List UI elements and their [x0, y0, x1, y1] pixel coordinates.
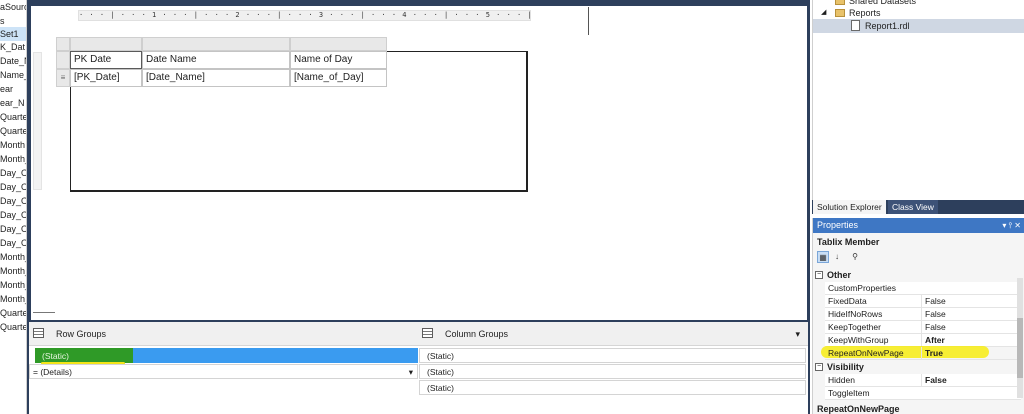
dataset-field-item[interactable]: aSourc: [0, 0, 26, 14]
tab-class-view[interactable]: Class View: [888, 200, 938, 214]
column-group-static[interactable]: (Static): [419, 364, 806, 379]
properties-panel: Properties ▾ ⫯ ✕ Tablix Member ▦ ↓ ⚲ − O…: [812, 218, 1024, 414]
dataset-field-item[interactable]: Day_Of: [0, 236, 26, 250]
dataset-field-item[interactable]: Day_Of: [0, 194, 26, 208]
vertical-ruler: [33, 52, 42, 190]
report-data-panel: aSourc s Set1 K_Dat Date_N Name_ ear ear…: [0, 0, 27, 414]
dataset-item-selected[interactable]: Set1: [0, 27, 26, 41]
horizontal-ruler: · · · | · · · 1 · · · | · · · 2 · · · | …: [78, 10, 531, 21]
column-group-static[interactable]: (Static): [419, 348, 806, 363]
dataset-field-item[interactable]: Quarte: [0, 320, 26, 334]
tree-item-report1[interactable]: Report1.rdl: [813, 19, 1024, 33]
row-handle-details[interactable]: ≡: [56, 69, 70, 87]
property-row-repeat-on-new-page[interactable]: RepeatOnNewPage True: [825, 347, 1021, 360]
row-groups-icon: [33, 328, 44, 338]
property-pages-icon[interactable]: ⚲: [849, 251, 861, 263]
category-other[interactable]: − Other: [813, 269, 1021, 282]
chevron-down-icon[interactable]: ▾: [409, 365, 413, 379]
collapse-icon[interactable]: −: [815, 363, 823, 371]
divider: [33, 312, 55, 313]
properties-scrollbar[interactable]: [1017, 278, 1023, 398]
properties-title-bar: Properties ▾ ⫯ ✕: [813, 218, 1024, 233]
dataset-field-item[interactable]: Month_: [0, 250, 26, 264]
row-groups-header: Row Groups: [29, 322, 418, 346]
dataset-field-item[interactable]: Quarte: [0, 110, 26, 124]
row-group-details[interactable]: = (Details) ▾: [29, 364, 418, 379]
dataset-field-item[interactable]: Month: [0, 138, 25, 152]
detail-cell-name-of-day[interactable]: [Name_of_Day]: [290, 69, 387, 87]
report-file-icon: [851, 20, 860, 31]
property-row[interactable]: FixedData False: [825, 295, 1021, 308]
dataset-field-item[interactable]: ear: [0, 82, 13, 96]
column-handle[interactable]: [70, 37, 142, 51]
dataset-field-item[interactable]: Date_N: [0, 54, 26, 68]
ruler-marker: [588, 7, 589, 35]
dataset-field-item[interactable]: Name_: [0, 68, 26, 82]
header-cell-date-name[interactable]: Date Name: [142, 51, 290, 69]
column-groups-icon: [422, 328, 433, 338]
alphabetical-icon[interactable]: ↓: [831, 251, 843, 263]
property-row[interactable]: ToggleItem: [825, 387, 1021, 400]
window-controls-icon[interactable]: ▾ ⫯ ✕: [1002, 218, 1021, 233]
selected-object-name[interactable]: Tablix Member: [817, 237, 879, 247]
dataset-field-item[interactable]: Quarte: [0, 306, 26, 320]
properties-title: Properties: [817, 220, 859, 230]
property-description-title: RepeatOnNewPage: [817, 404, 900, 414]
dataset-field-item[interactable]: s: [0, 14, 5, 28]
column-group-static[interactable]: (Static): [419, 380, 806, 395]
header-cell-pk-date[interactable]: PK Date: [70, 51, 142, 69]
property-row[interactable]: Hidden False: [825, 374, 1021, 387]
properties-toolbar: ▦ ↓ ⚲: [815, 251, 1024, 265]
chevron-down-icon[interactable]: ▾: [795, 322, 800, 346]
column-groups-label: Column Groups: [445, 329, 509, 339]
column-handle[interactable]: [142, 37, 290, 51]
dataset-field-item[interactable]: Month_: [0, 292, 26, 306]
column-handle[interactable]: [290, 37, 387, 51]
dataset-field-item[interactable]: Day_Of: [0, 166, 26, 180]
scrollbar-thumb[interactable]: [1017, 318, 1023, 378]
grouping-pane: Row Groups Column Groups ▾ (Static) = (D…: [29, 322, 808, 414]
solution-explorer: Shared Datasets ◢ Reports Report1.rdl: [812, 0, 1024, 200]
property-row[interactable]: CustomProperties: [825, 282, 1021, 295]
expand-arrow-icon[interactable]: ◢: [821, 6, 826, 20]
detail-cell-date-name[interactable]: [Date_Name]: [142, 69, 290, 87]
column-groups-header: Column Groups ▾: [418, 322, 808, 346]
row-groups-label: Row Groups: [56, 329, 107, 339]
folder-icon: [835, 9, 845, 17]
header-cell-name-of-day[interactable]: Name of Day: [290, 51, 387, 69]
collapse-icon[interactable]: −: [815, 271, 823, 279]
dataset-field-item[interactable]: Day_Of: [0, 180, 26, 194]
row-group-static[interactable]: (Static): [35, 348, 418, 363]
dataset-field-item[interactable]: Month_: [0, 264, 26, 278]
property-row[interactable]: HideIfNoRows False: [825, 308, 1021, 321]
row-group-label: (Static): [42, 351, 69, 361]
dataset-field-item[interactable]: Quarte: [0, 124, 26, 138]
row-handle-header[interactable]: [56, 51, 70, 69]
dataset-field-item[interactable]: Month_: [0, 278, 26, 292]
property-row[interactable]: KeepTogether False: [825, 321, 1021, 334]
tablix-corner-handle[interactable]: [56, 37, 70, 51]
dataset-field-item[interactable]: Day_Of: [0, 208, 26, 222]
detail-cell-pk-date[interactable]: [PK_Date]: [70, 69, 142, 87]
explorer-tabs: Solution Explorer Class View: [812, 200, 1024, 214]
row-group-label: = (Details): [33, 367, 72, 377]
folder-icon: [835, 0, 845, 5]
dataset-field-item[interactable]: Day_Of: [0, 222, 26, 236]
tab-solution-explorer[interactable]: Solution Explorer: [813, 200, 886, 214]
category-visibility[interactable]: − Visibility: [813, 361, 1021, 374]
categorized-icon[interactable]: ▦: [817, 251, 829, 263]
dataset-field-item[interactable]: K_Dat: [0, 40, 25, 54]
dataset-field-item[interactable]: ear_N: [0, 96, 25, 110]
dataset-field-item[interactable]: Month_: [0, 152, 26, 166]
